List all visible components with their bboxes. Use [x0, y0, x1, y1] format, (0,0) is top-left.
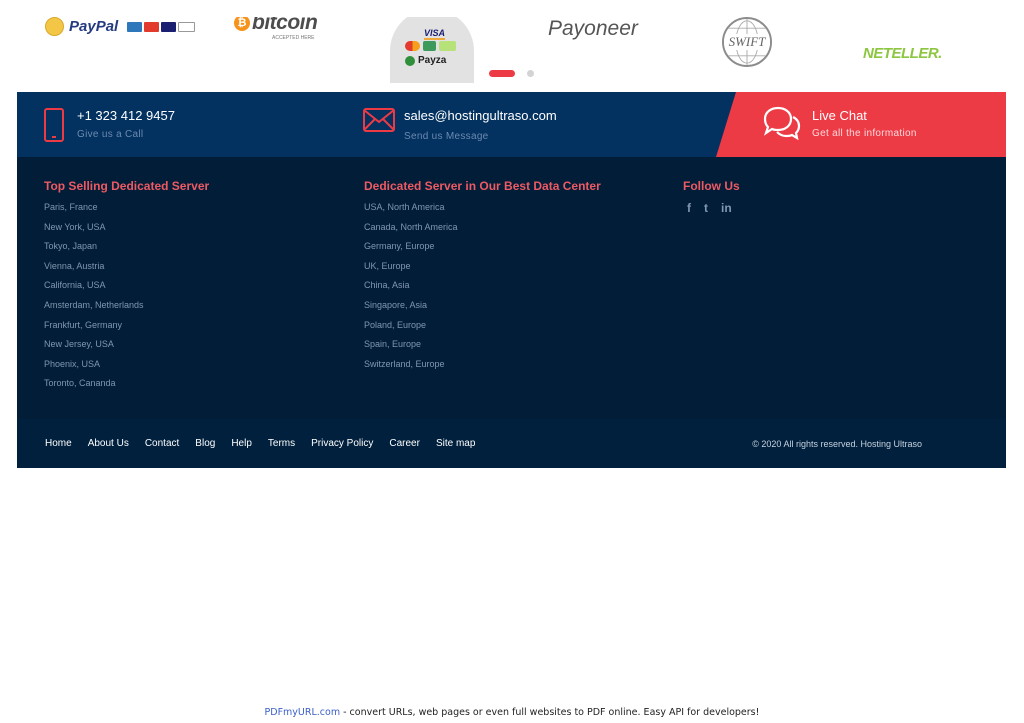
column-title: Top Selling Dedicated Server [44, 179, 210, 193]
contact-bar: +1 323 412 9457 Give us a Call sales@hos… [17, 92, 1006, 157]
footer-link[interactable]: USA, North America [364, 198, 601, 218]
bitcoin-logo[interactable]: ₿ bitcoin ACCEPTED HERE [234, 17, 318, 41]
email-address[interactable]: sales@hostingultraso.com [404, 108, 557, 123]
visa-card-icon [161, 21, 177, 32]
nav-link-privacy[interactable]: Privacy Policy [311, 438, 373, 449]
footer-link[interactable]: China, Asia [364, 276, 601, 296]
bitcoin-wordmark: bitcoin [252, 17, 318, 34]
footer-link[interactable]: Frankfurt, Germany [44, 316, 209, 336]
footer-link[interactable]: Switzerland, Europe [364, 355, 601, 375]
bitcoin-coin-icon: ₿ [234, 17, 250, 31]
payza-wallet-icon [423, 41, 436, 51]
payza-label: Payza [418, 55, 447, 66]
live-chat-subtitle: Get all the information [812, 128, 917, 139]
footer-bottom-bar: Home About Us Contact Blog Help Terms Pr… [17, 419, 1006, 468]
paypal-wordmark: PayPal [69, 18, 119, 35]
email-subtitle: Send us Message [404, 131, 489, 142]
footer-link[interactable]: Germany, Europe [364, 237, 601, 257]
mastercard-card-icon [144, 21, 160, 32]
phone-icon [44, 108, 64, 142]
pdfmyurl-link[interactable]: PDFmyURL.com [265, 707, 341, 718]
discover-card-icon [178, 21, 196, 32]
paypal-logo[interactable]: PayPal [45, 17, 196, 36]
linkedin-icon[interactable]: in [721, 201, 732, 215]
footer-nav: Home About Us Contact Blog Help Terms Pr… [45, 419, 475, 468]
swift-wordmark: SWIFT [724, 34, 770, 50]
twitter-icon[interactable]: t [704, 201, 708, 215]
phone-number[interactable]: +1 323 412 9457 [77, 108, 175, 123]
swift-logo[interactable]: SWIFT [722, 17, 772, 67]
payza-logo[interactable]: VISA Payza [390, 17, 474, 83]
carousel-dot[interactable] [527, 70, 534, 77]
footer-column-follow-us: Follow Us f t in [683, 179, 740, 215]
payza-dot-icon [405, 55, 415, 66]
paypal-badge-icon [45, 17, 64, 36]
amex-card-icon [127, 21, 143, 32]
social-links: f t in [687, 201, 740, 215]
footer-link[interactable]: California, USA [44, 276, 209, 296]
card-icons [127, 21, 196, 32]
nav-link-terms[interactable]: Terms [268, 438, 295, 449]
pdf-footer-note: PDFmyURL.com - convert URLs, web pages o… [0, 707, 1024, 718]
nav-link-help[interactable]: Help [231, 438, 252, 449]
footer-links-section: Top Selling Dedicated Server Paris, Fran… [17, 157, 1006, 419]
copyright-text: © 2020 All rights reserved. Hosting Ultr… [752, 438, 922, 449]
facebook-icon[interactable]: f [687, 201, 691, 215]
footer-link[interactable]: Tokyo, Japan [44, 237, 209, 257]
footer-link[interactable]: Canada, North America [364, 218, 601, 238]
pdf-note-text: - convert URLs, web pages or even full w… [340, 707, 760, 718]
footer-link[interactable]: Poland, Europe [364, 316, 601, 336]
footer-link[interactable]: UK, Europe [364, 257, 601, 277]
payment-logos-strip: PayPal ₿ bitcoin ACCEPTED HERE VISA Payz… [17, 17, 1006, 92]
neteller-logo[interactable]: NETELLER. [863, 45, 942, 62]
live-chat-label[interactable]: Live Chat [812, 108, 867, 123]
chat-icon [763, 106, 801, 140]
column-title: Dedicated Server in Our Best Data Center [364, 179, 601, 193]
footer-link[interactable]: Singapore, Asia [364, 296, 601, 316]
bitcoin-subtitle: ACCEPTED HERE [272, 35, 315, 41]
nav-link-sitemap[interactable]: Site map [436, 438, 475, 449]
payza-wordmark: Payza [405, 55, 446, 66]
phone-subtitle: Give us a Call [77, 129, 144, 140]
payoneer-logo[interactable]: Payoneer [548, 17, 638, 41]
footer-link[interactable]: Toronto, Cananda [44, 374, 209, 394]
carousel-pagination [489, 70, 534, 77]
mail-icon [363, 108, 395, 132]
nav-link-home[interactable]: Home [45, 438, 72, 449]
payza-visa-label: VISA [424, 28, 446, 40]
footer-column-top-selling: Top Selling Dedicated Server Paris, Fran… [44, 179, 209, 394]
footer-link[interactable]: Vienna, Austria [44, 257, 209, 277]
nav-link-contact[interactable]: Contact [145, 438, 179, 449]
payza-mastercard-icon [405, 41, 420, 51]
nav-link-blog[interactable]: Blog [195, 438, 215, 449]
nav-link-about[interactable]: About Us [88, 438, 129, 449]
nav-link-career[interactable]: Career [389, 438, 420, 449]
carousel-dot-active[interactable] [489, 70, 515, 77]
footer-link[interactable]: New York, USA [44, 218, 209, 238]
footer-link[interactable]: Amsterdam, Netherlands [44, 296, 209, 316]
live-chat-panel[interactable] [716, 92, 1006, 157]
payza-card-icons [405, 41, 456, 51]
footer-link[interactable]: Phoenix, USA [44, 355, 209, 375]
footer-link[interactable]: Spain, Europe [364, 335, 601, 355]
column-title: Follow Us [683, 179, 740, 193]
footer-column-data-center: Dedicated Server in Our Best Data Center… [364, 179, 601, 374]
footer-link[interactable]: New Jersey, USA [44, 335, 209, 355]
footer-link[interactable]: Paris, France [44, 198, 209, 218]
payza-bank-icon [439, 41, 456, 51]
